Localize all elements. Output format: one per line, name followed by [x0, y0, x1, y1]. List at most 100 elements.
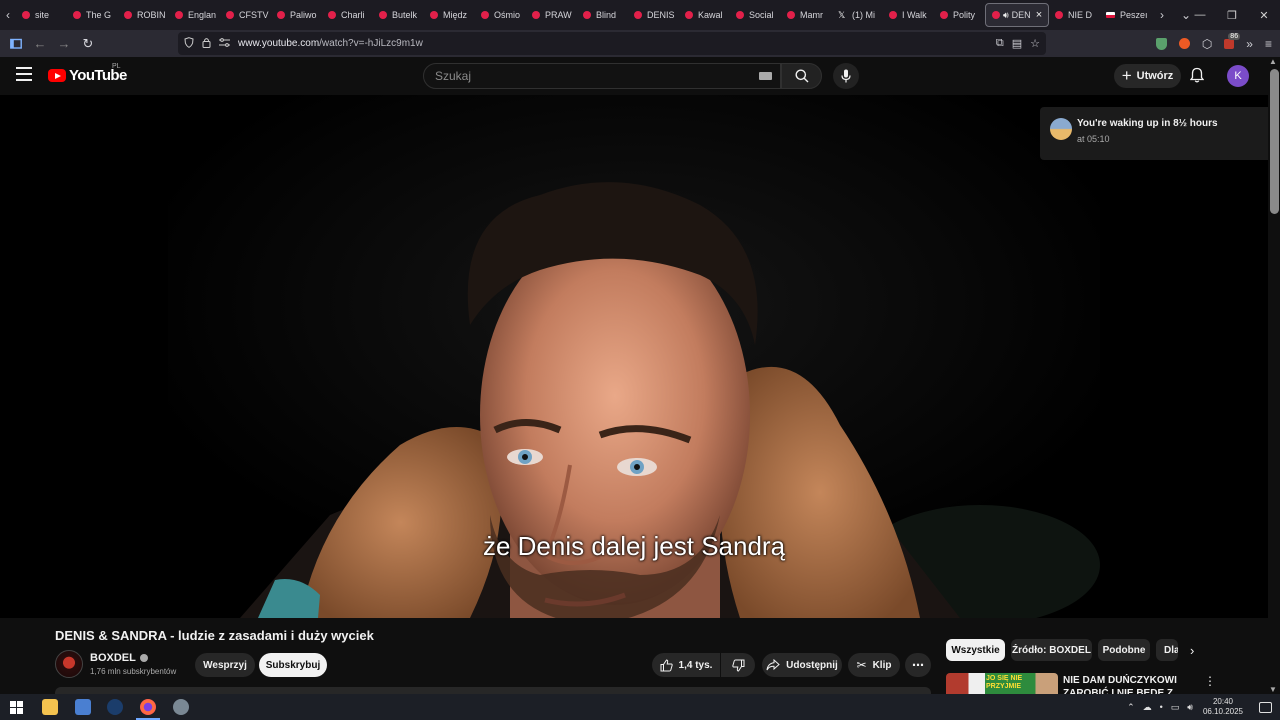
- browser-tab[interactable]: NIE D: [1049, 0, 1100, 30]
- browser-tab[interactable]: Butelk: [373, 0, 424, 30]
- permissions-icon[interactable]: [219, 37, 230, 50]
- chip-all[interactable]: Wszystkie: [946, 639, 1005, 661]
- browser-tab[interactable]: Polity: [934, 0, 985, 30]
- back-icon[interactable]: ←: [28, 32, 52, 56]
- search-input[interactable]: Szukaj: [423, 63, 781, 89]
- notifications-bell-icon[interactable]: [1189, 67, 1205, 88]
- scrollbar-thumb[interactable]: [1270, 69, 1279, 214]
- recommended-more-icon[interactable]: ⋮: [1204, 674, 1216, 688]
- tabs-scroll-left-icon[interactable]: ‹: [0, 0, 16, 30]
- more-actions-button[interactable]: ⋯: [905, 653, 931, 677]
- browser-tab[interactable]: Paliwo: [271, 0, 322, 30]
- clock[interactable]: 20:40 06.10.2025: [1203, 697, 1243, 717]
- browser-tab[interactable]: Kawal: [679, 0, 730, 30]
- browser-tab[interactable]: The G: [67, 0, 118, 30]
- restore-icon[interactable]: ❐: [1216, 0, 1248, 30]
- chip-similar[interactable]: Podobne: [1098, 639, 1150, 661]
- tracking-protection-icon[interactable]: [184, 36, 194, 51]
- youtube-favicon-icon: [226, 11, 234, 19]
- browser-tab[interactable]: Międz: [424, 0, 475, 30]
- minimize-icon[interactable]: —: [1184, 0, 1216, 30]
- bookmark-star-icon[interactable]: ☆: [1030, 37, 1040, 50]
- app-window-icon[interactable]: [75, 699, 91, 715]
- wakeup-notification[interactable]: You're waking up in 8½ hours at 05:10 x: [1040, 107, 1280, 160]
- scroll-up-arrow-icon[interactable]: ▲: [1269, 57, 1277, 66]
- channel-avatar[interactable]: [55, 650, 83, 678]
- youtube-favicon-icon: [481, 11, 489, 19]
- chip-for-you[interactable]: Dla: [1156, 639, 1178, 661]
- cloud-icon[interactable]: ☁: [1143, 702, 1152, 713]
- page-scrollbar[interactable]: ▲ ▼: [1268, 57, 1280, 694]
- browser-tab-active[interactable]: 🔊︎ DEN ×: [985, 3, 1049, 27]
- lock-icon[interactable]: [202, 37, 211, 51]
- youtube-logo[interactable]: YouTube PL: [48, 63, 127, 84]
- voice-search-button[interactable]: [833, 63, 859, 89]
- browser-tab[interactable]: site: [16, 0, 67, 30]
- dislike-button[interactable]: [721, 653, 755, 677]
- reload-icon[interactable]: ↻: [76, 32, 100, 56]
- scissors-icon: ✂: [856, 658, 867, 672]
- firefox-icon[interactable]: [140, 699, 156, 715]
- forward-icon[interactable]: →: [52, 32, 76, 56]
- browser-tab[interactable]: Social: [730, 0, 781, 30]
- tray-overflow-icon[interactable]: ⌃: [1127, 702, 1135, 713]
- tab-label: Blind: [596, 10, 617, 20]
- subscribe-button[interactable]: Subskrybuj: [259, 653, 327, 677]
- account-avatar[interactable]: K: [1227, 65, 1249, 87]
- browser-tab[interactable]: 𝕏 (1) Mi: [832, 0, 883, 30]
- reader-view-icon[interactable]: ▤: [1012, 37, 1022, 50]
- browser-tab[interactable]: Englan: [169, 0, 220, 30]
- notification-subtitle: at 05:10: [1077, 134, 1110, 144]
- volume-icon[interactable]: 🔊︎: [1187, 702, 1193, 713]
- x-favicon-icon: 𝕏: [838, 9, 846, 20]
- channel-name[interactable]: BOXDEL: [90, 652, 148, 664]
- thumbnail-overlay-text: JO SIĘ NIE PRZYJMIE: [986, 675, 1023, 690]
- chip-source[interactable]: Źródło: BOXDEL: [1011, 639, 1092, 661]
- notification-center-icon[interactable]: [1259, 701, 1272, 713]
- network-icon[interactable]: ▭: [1171, 702, 1180, 713]
- browser-tab[interactable]: Ośmio: [475, 0, 526, 30]
- picture-in-picture-icon[interactable]: ⧉: [996, 37, 1004, 50]
- chips-next-chevron-icon[interactable]: ›: [1190, 643, 1194, 658]
- windows-start-icon[interactable]: [10, 701, 23, 714]
- tab-label: Butelk: [392, 10, 418, 20]
- keyboard-icon[interactable]: [759, 72, 772, 80]
- ublock-extension-icon[interactable]: 86: [1224, 32, 1241, 49]
- search-button[interactable]: [781, 63, 822, 89]
- share-button[interactable]: Udostępnij: [762, 653, 842, 677]
- like-button[interactable]: 1,4 tys.: [652, 653, 720, 677]
- browser-tab[interactable]: ROBIN: [118, 0, 169, 30]
- sunrise-icon: [1050, 118, 1072, 140]
- support-button[interactable]: Wesprzyj: [195, 653, 255, 677]
- clip-button[interactable]: ✂ Klip: [848, 653, 900, 677]
- browser-tab[interactable]: DENIS: [628, 0, 679, 30]
- scroll-down-arrow-icon[interactable]: ▼: [1269, 685, 1277, 694]
- fox-extension-icon[interactable]: [1178, 38, 1190, 49]
- microphone-tray-icon[interactable]: •: [1160, 702, 1163, 712]
- youtube-favicon-icon: [277, 11, 285, 19]
- browser-tab[interactable]: Peszeı: [1100, 0, 1151, 30]
- browser-tab[interactable]: Charli: [322, 0, 373, 30]
- close-tab-icon[interactable]: ×: [1036, 9, 1042, 21]
- create-button[interactable]: + Utwórz: [1114, 64, 1181, 88]
- browser-tab[interactable]: Blind: [577, 0, 628, 30]
- browser-tab[interactable]: CFSTV: [220, 0, 271, 30]
- overflow-chevron-icon[interactable]: »: [1246, 37, 1253, 51]
- pinned-app-icon[interactable]: [173, 699, 189, 715]
- app-menu-icon[interactable]: ≡: [1265, 37, 1272, 51]
- audio-playing-icon[interactable]: 🔊︎: [1003, 10, 1009, 21]
- shield-extension-icon[interactable]: [1155, 37, 1167, 50]
- browser-tab[interactable]: Mamr: [781, 0, 832, 30]
- browser-tab[interactable]: PRAW: [526, 0, 577, 30]
- video-player[interactable]: że Denis dalej jest Sandrą: [0, 95, 1268, 618]
- tabs-scroll-right-icon[interactable]: ›: [1151, 0, 1173, 30]
- address-bar[interactable]: www.youtube.com/watch?v=-hJiLzc9m1w ⧉ ▤ …: [178, 32, 1046, 55]
- browser-tab[interactable]: I Walk: [883, 0, 934, 30]
- extensions-puzzle-icon[interactable]: ⬡: [1202, 37, 1212, 51]
- file-explorer-icon[interactable]: [42, 699, 58, 715]
- guide-menu-icon[interactable]: [16, 67, 32, 81]
- close-window-icon[interactable]: ✕: [1248, 0, 1280, 30]
- steam-icon[interactable]: [107, 699, 123, 715]
- recommended-video-thumbnail[interactable]: JO SIĘ NIE PRZYJMIE: [946, 673, 1058, 695]
- sidebar-toggle-icon[interactable]: [4, 32, 28, 56]
